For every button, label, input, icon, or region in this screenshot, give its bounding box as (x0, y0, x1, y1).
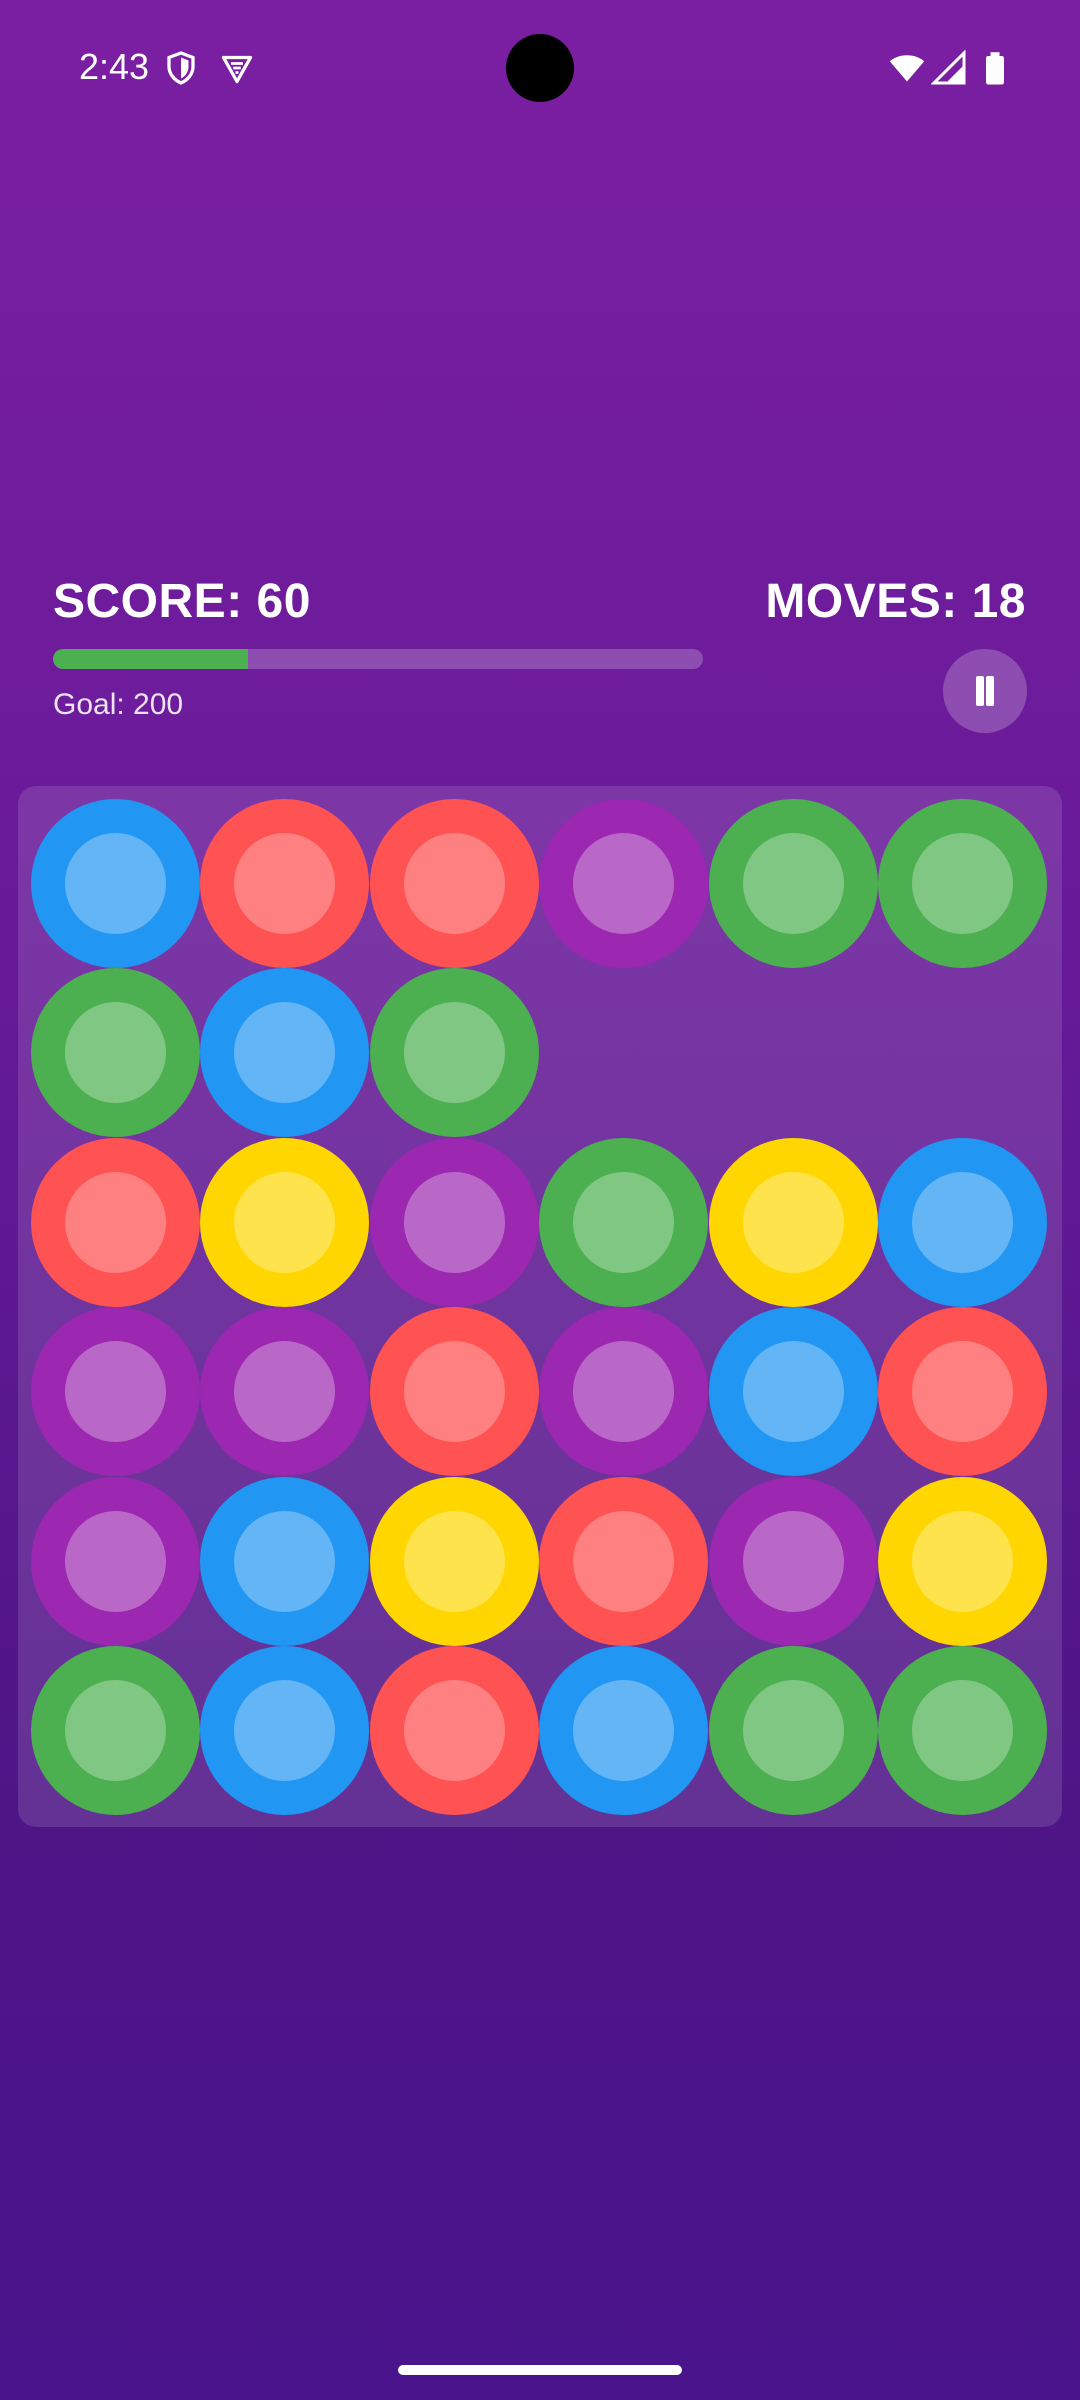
gem-inner (234, 1002, 336, 1104)
status-time: 2:43 (79, 46, 150, 87)
moves-label: MOVES: 18 (765, 575, 1026, 628)
game-board (18, 786, 1062, 1827)
gem-red[interactable] (200, 799, 370, 968)
gem-inner (65, 1680, 166, 1781)
cellular-signal-icon (931, 50, 966, 85)
gem-inner (912, 833, 1013, 934)
gem-inner (403, 1510, 505, 1612)
gem-inner (65, 833, 166, 934)
gem-inner (742, 1510, 844, 1612)
wifi-icon (889, 55, 925, 82)
gem-inner (742, 833, 844, 934)
battery-icon (986, 52, 1004, 85)
gem-blue[interactable] (31, 799, 200, 968)
gem-inner (742, 1171, 844, 1273)
gem-purple[interactable] (369, 1137, 539, 1307)
gem-red[interactable] (878, 1307, 1047, 1477)
goal-label: Goal: 200 (53, 688, 184, 721)
goal-progress-bar (53, 649, 703, 669)
gem-inner (573, 1171, 675, 1273)
gem-inner (403, 833, 505, 934)
gem-yellow[interactable] (200, 1137, 370, 1307)
goal-progress-fill (53, 649, 248, 669)
pause-button[interactable] (943, 649, 1027, 733)
shield-icon (167, 51, 195, 85)
gem-blue[interactable] (878, 1137, 1047, 1307)
gem-inner (403, 1171, 505, 1273)
gem-inner (912, 1510, 1013, 1612)
gem-blue[interactable] (200, 1646, 370, 1815)
gem-inner (234, 1510, 336, 1612)
gem-inner (742, 1680, 844, 1781)
gem-green[interactable] (31, 968, 200, 1138)
gem-inner (573, 1510, 675, 1612)
gem-red[interactable] (539, 1476, 709, 1646)
gem-blue[interactable] (200, 968, 370, 1138)
gem-purple[interactable] (200, 1307, 370, 1477)
gem-purple[interactable] (539, 1307, 709, 1477)
gem-inner (573, 1680, 675, 1781)
gem-inner (234, 1680, 336, 1781)
gem-inner (742, 1341, 844, 1443)
gem-green[interactable] (31, 1646, 200, 1815)
gem-blue[interactable] (539, 1646, 709, 1815)
gem-inner (234, 1341, 336, 1443)
gem-blue[interactable] (200, 1476, 370, 1646)
gem-inner (403, 1680, 505, 1781)
gem-green[interactable] (539, 1137, 709, 1307)
gem-yellow[interactable] (708, 1137, 878, 1307)
gem-green[interactable] (708, 1646, 878, 1815)
gem-blue[interactable] (708, 1307, 878, 1477)
gem-inner (65, 1510, 166, 1612)
gem-red[interactable] (369, 1307, 539, 1477)
gem-inner (65, 1341, 166, 1443)
gem-yellow[interactable] (878, 1476, 1047, 1646)
gem-green[interactable] (878, 799, 1047, 968)
vpn-icon (221, 55, 253, 84)
gem-purple[interactable] (708, 1476, 878, 1646)
home-indicator[interactable] (398, 2365, 682, 2375)
gem-inner (234, 833, 336, 934)
gem-inner (912, 1341, 1013, 1443)
gem-inner (912, 1680, 1013, 1781)
gem-inner (65, 1171, 166, 1273)
gem-inner (65, 1002, 166, 1104)
gem-green[interactable] (878, 1646, 1047, 1815)
gem-red[interactable] (31, 1137, 200, 1307)
gem-inner (234, 1171, 336, 1273)
gem-inner (403, 1341, 505, 1443)
gem-red[interactable] (369, 799, 539, 968)
gem-purple[interactable] (539, 799, 709, 968)
status-bar: 2:43 (0, 0, 1080, 135)
score-label: SCORE: 60 (53, 575, 311, 628)
gem-inner (403, 1002, 505, 1104)
gem-green[interactable] (708, 799, 878, 968)
gem-green[interactable] (369, 968, 539, 1138)
gem-purple[interactable] (31, 1307, 200, 1477)
gem-inner (573, 833, 675, 934)
camera-cutout (506, 34, 574, 102)
gem-red[interactable] (369, 1646, 539, 1815)
gem-inner (912, 1171, 1013, 1273)
gem-yellow[interactable] (369, 1476, 539, 1646)
gem-inner (573, 1341, 675, 1443)
gem-purple[interactable] (31, 1476, 200, 1646)
